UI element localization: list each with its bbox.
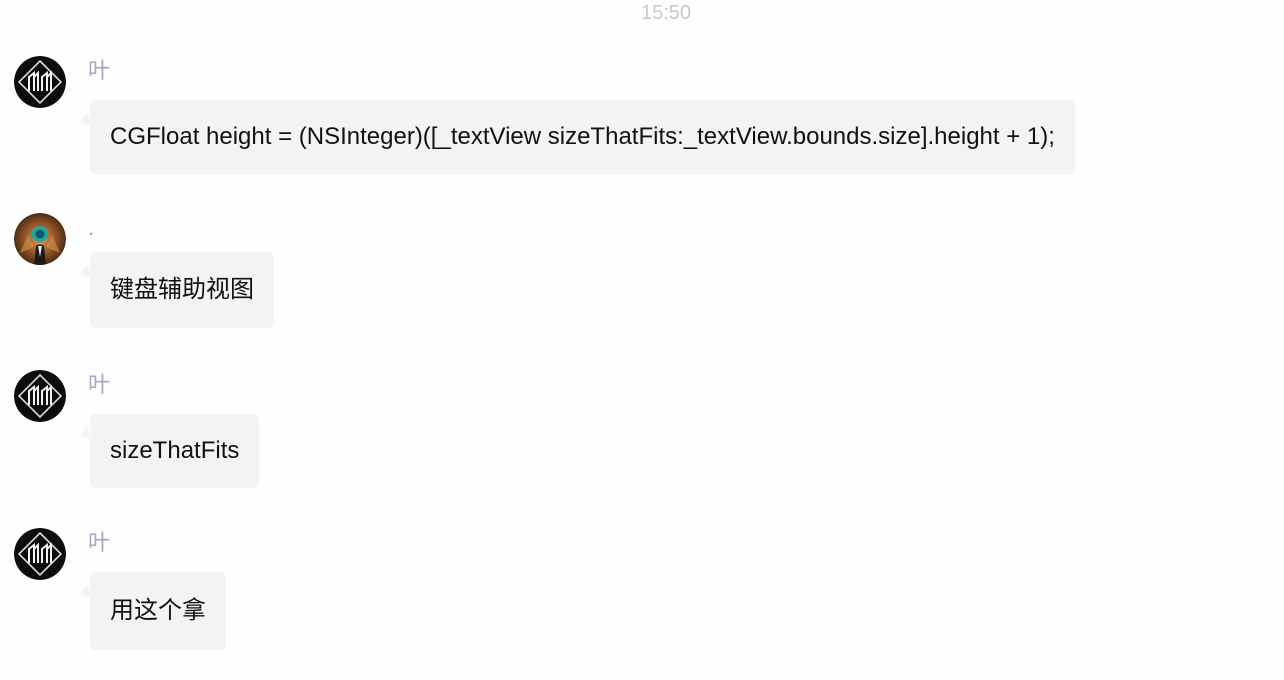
chat-timestamp: 15:50 <box>640 2 692 24</box>
monogram-avatar-icon <box>14 370 66 422</box>
monogram-avatar-icon <box>14 528 66 580</box>
message-bubble[interactable]: CGFloat height = (NSInteger)([_textView … <box>90 100 1075 174</box>
message-bubble[interactable]: 用这个拿 <box>90 572 226 650</box>
sender-name: . <box>88 215 95 240</box>
monogram-avatar-icon <box>14 56 66 108</box>
avatar[interactable] <box>14 213 66 265</box>
sender-name: 叶 <box>88 372 111 397</box>
sender-name: 叶 <box>88 58 111 83</box>
avatar[interactable] <box>14 370 66 422</box>
avatar[interactable] <box>14 56 66 108</box>
avatar[interactable] <box>14 528 66 580</box>
sender-name: 叶 <box>88 530 111 555</box>
message-bubble[interactable]: sizeThatFits <box>90 414 260 488</box>
message-bubble[interactable]: 键盘辅助视图 <box>90 252 274 328</box>
photo-avatar-icon <box>14 213 66 265</box>
